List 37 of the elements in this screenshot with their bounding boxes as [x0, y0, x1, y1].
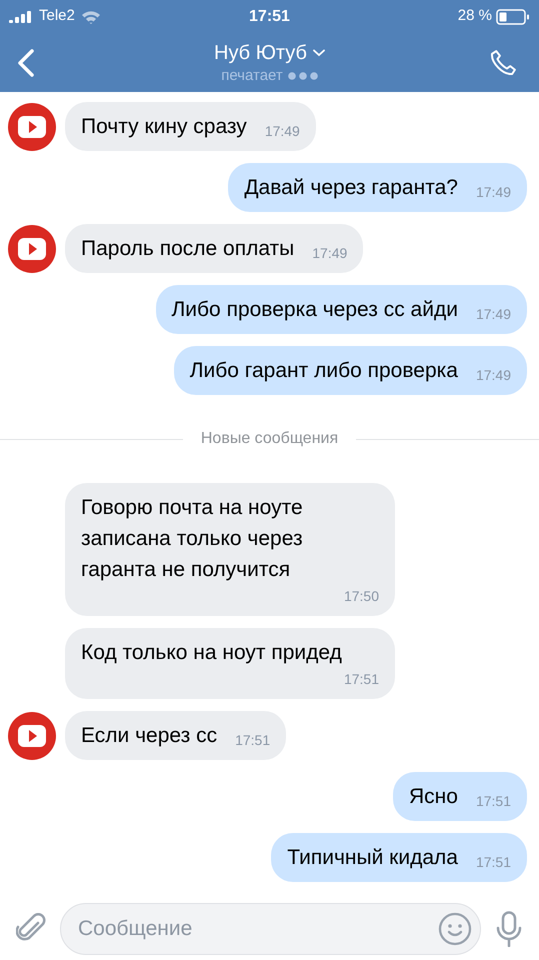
message-text: Типичный кидала	[287, 845, 458, 871]
message-time: 17:50	[342, 587, 379, 606]
battery-percent: 28 %	[458, 6, 492, 26]
message-time: 17:51	[474, 853, 511, 872]
message-time: 17:49	[311, 244, 348, 263]
message-text: Либо гарант либо проверка	[190, 358, 458, 384]
clock-time: 17:51	[248, 6, 291, 26]
battery-icon	[496, 8, 530, 24]
message-text: Говорю почта на ноуте записана только через гаранта не получится	[81, 495, 304, 583]
message-text: Пароль после оплаты	[81, 236, 294, 262]
message-time: 17:49	[474, 366, 511, 385]
message-time: 17:49	[474, 183, 511, 202]
typing-status: печатает	[221, 66, 283, 86]
phone-icon	[488, 48, 518, 78]
typing-dots-icon	[288, 72, 318, 80]
message-text: Либо проверка через сс айди	[172, 297, 458, 323]
message-time: 17:51	[474, 792, 511, 811]
message-text: Давай через гаранта?	[244, 175, 458, 201]
chevron-down-icon	[312, 48, 325, 56]
message-field[interactable]: Сообщение	[60, 903, 481, 955]
message-input[interactable]: Сообщение	[78, 913, 438, 945]
message-time: 17:51	[342, 670, 379, 689]
message-time: 17:49	[264, 122, 300, 141]
message-text: Если через сс	[81, 723, 218, 749]
microphone-icon[interactable]	[495, 911, 523, 947]
wifi-icon	[80, 10, 101, 24]
message-time: 17:51	[234, 731, 270, 750]
smiley-icon[interactable]	[438, 912, 472, 946]
new-messages-divider: Новые сообщения	[200, 429, 338, 449]
message-text: Ясно	[409, 784, 458, 810]
message-time: 17:49	[474, 305, 511, 324]
signal-icon	[9, 10, 33, 22]
chat-title[interactable]: Нуб Ютуб	[214, 40, 307, 66]
back-icon	[16, 48, 36, 78]
message-text: Почту кину сразу	[81, 114, 247, 140]
message-text: Код только на ноут придед	[81, 640, 342, 666]
carrier-name: Tele2	[39, 6, 75, 26]
